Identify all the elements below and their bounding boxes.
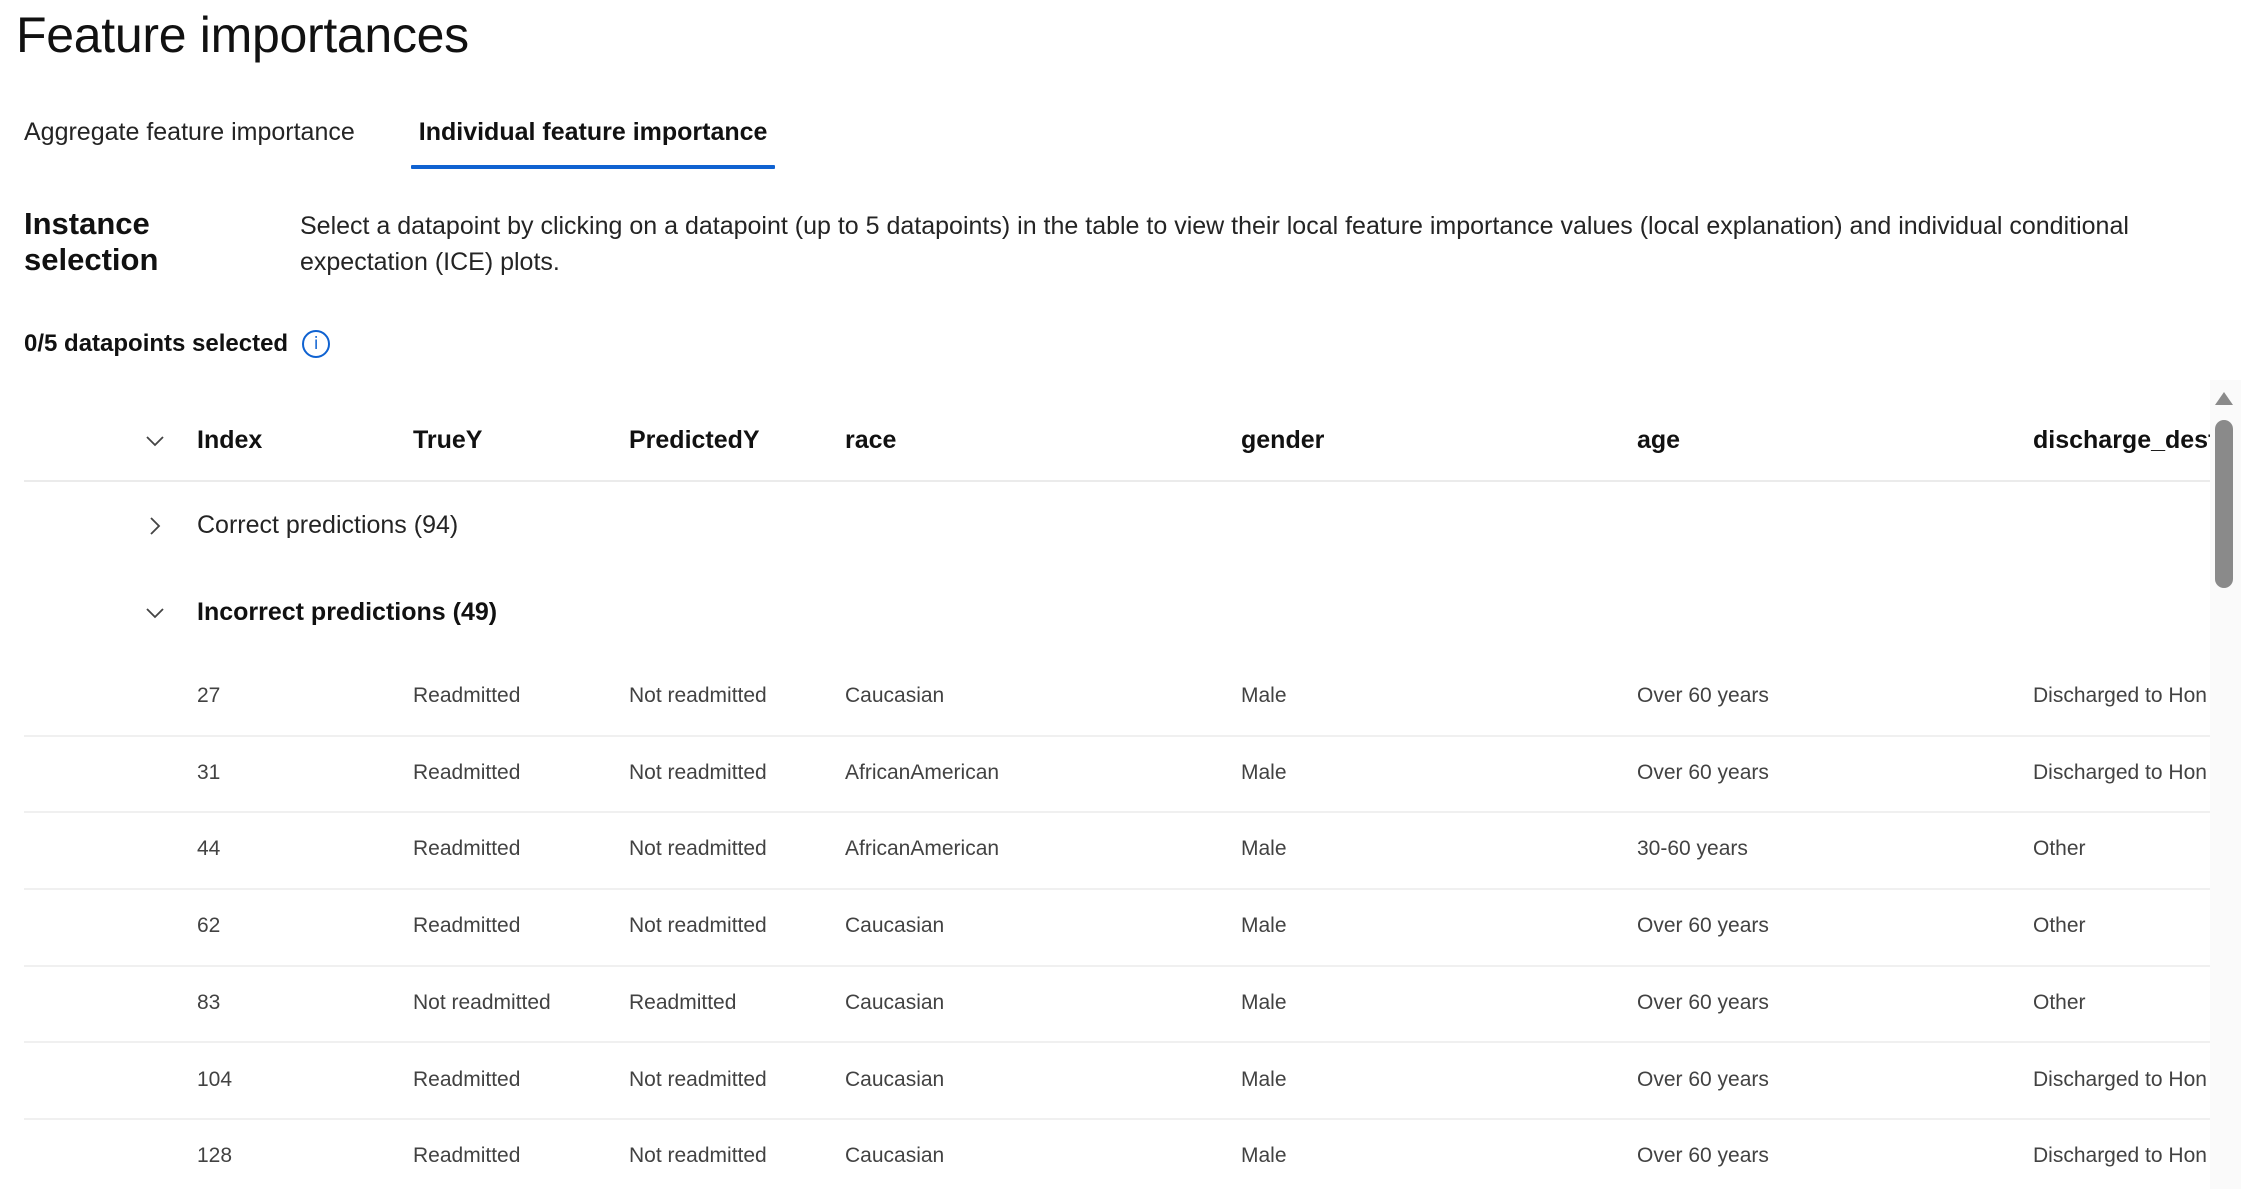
datapoints-table: Index TrueY PredictedY race gender age d… [24,392,2210,1189]
cell-gender: Male [1241,914,1287,938]
table-row[interactable]: 62 Readmitted Not readmitted Caucasian Male O… [24,890,2210,967]
table-header: Index TrueY PredictedY race gender age d… [24,392,2210,482]
cell-truey: Not readmitted [413,990,551,1014]
table-row[interactable]: 104 Readmitted Not readmitted Caucasian Male… [24,1044,2210,1121]
table-row[interactable]: 128 Readmitted Not readmitted Caucasian Male… [24,1120,2210,1189]
cell-predictedy: Readmitted [629,990,737,1014]
cell-race: AfricanAmerican [845,837,1000,861]
cell-age: Over 60 years [1637,684,1769,707]
column-header-gender[interactable]: gender [1241,426,1601,455]
cell-discharge-destination: Other [2033,914,2086,938]
cell-truey: Readmitted [413,684,521,707]
cell-gender: Male [1241,990,1287,1014]
cell-race: Caucasian [845,1144,945,1168]
cell-truey: Readmitted [413,760,521,784]
cell-discharge-destination: Discharged to Hon [2033,1144,2207,1168]
selected-count-label: 0/5 datapoints selected [24,330,289,357]
column-header-predictedy[interactable]: PredictedY [629,426,829,455]
tab-list: Aggregate feature importance Individual … [16,112,823,172]
tab-individual-feature-importance[interactable]: Individual feature importance [410,112,776,172]
scrollbar-thumb[interactable] [2215,420,2233,588]
info-icon[interactable]: i [302,330,331,358]
table-row[interactable]: 44 Readmitted Not readmitted AfricanAmerica… [24,813,2210,891]
cell-race: Caucasian [845,1067,945,1091]
cell-index: 104 [197,1067,233,1091]
cell-discharge-destination: Discharged to Hon [2033,1067,2207,1091]
column-header-discharge-destination[interactable]: discharge_desti [2033,426,2210,455]
cell-truey: Readmitted [413,1144,521,1168]
column-header-truey[interactable]: TrueY [413,426,613,455]
cell-discharge-destination: Discharged to Hon [2033,760,2207,784]
instance-selection-description: Select a datapoint by clicking on a data… [300,212,2129,276]
column-header-age[interactable]: age [1637,426,1997,455]
selected-count: 0/5 datapoints selected i [24,330,331,358]
cell-predictedy: Not readmitted [629,684,767,707]
group-correct-predictions[interactable]: Correct predictions (94) [24,497,2210,557]
chevron-down-icon[interactable] [142,600,168,626]
cell-predictedy: Not readmitted [629,760,767,784]
scroll-up-arrow-icon[interactable] [2215,392,2233,405]
cell-age: Over 60 years [1637,1144,1769,1168]
cell-age: Over 60 years [1637,990,1769,1014]
cell-gender: Male [1241,1067,1287,1091]
group-label: Incorrect predictions (49) [197,598,498,626]
cell-predictedy: Not readmitted [629,837,767,861]
cell-index: 128 [197,1144,233,1168]
cell-gender: Male [1241,760,1287,784]
cell-discharge-destination: Other [2033,990,2086,1014]
cell-age: Over 60 years [1637,1067,1769,1091]
cell-truey: Readmitted [413,1067,521,1091]
tab-aggregate-feature-importance[interactable]: Aggregate feature importance [16,112,363,172]
cell-discharge-destination: Discharged to Hon [2033,684,2207,707]
cell-index: 31 [197,760,221,784]
cell-truey: Readmitted [413,914,521,938]
page-title: Feature importances [16,7,469,63]
cell-index: 44 [197,837,221,861]
table-row[interactable]: 27 Readmitted Not readmitted Caucasian Male O… [24,660,2210,737]
cell-gender: Male [1241,837,1287,861]
cell-race: Caucasian [845,684,945,707]
cell-discharge-destination: Other [2033,837,2086,861]
cell-index: 83 [197,990,221,1014]
collapse-all-chevron-down-icon[interactable] [142,428,168,454]
cell-predictedy: Not readmitted [629,1067,767,1091]
table-row[interactable]: 31 Readmitted Not readmitted AfricanAmerica… [24,737,2210,814]
cell-gender: Male [1241,684,1287,707]
cell-age: Over 60 years [1637,914,1769,938]
cell-index: 27 [197,684,221,707]
cell-race: AfricanAmerican [845,760,1000,784]
cell-race: Caucasian [845,914,945,938]
group-incorrect-predictions[interactable]: Incorrect predictions (49) [24,584,2210,644]
column-header-race[interactable]: race [845,426,1205,455]
cell-index: 62 [197,914,221,938]
cell-predictedy: Not readmitted [629,914,767,938]
cell-age: 30-60 years [1637,837,1748,861]
table-row[interactable]: 83 Not readmitted Readmitted Caucasian Male O… [24,967,2210,1044]
vertical-scrollbar[interactable] [2210,380,2241,1189]
cell-predictedy: Not readmitted [629,1144,767,1168]
cell-gender: Male [1241,1144,1287,1168]
instance-selection-title: Instance selection [24,206,159,277]
group-label: Correct predictions (94) [197,511,459,539]
cell-race: Caucasian [845,990,945,1014]
cell-truey: Readmitted [413,837,521,861]
cell-age: Over 60 years [1637,760,1769,784]
chevron-right-icon[interactable] [142,513,168,539]
column-header-index[interactable]: Index [197,426,377,455]
